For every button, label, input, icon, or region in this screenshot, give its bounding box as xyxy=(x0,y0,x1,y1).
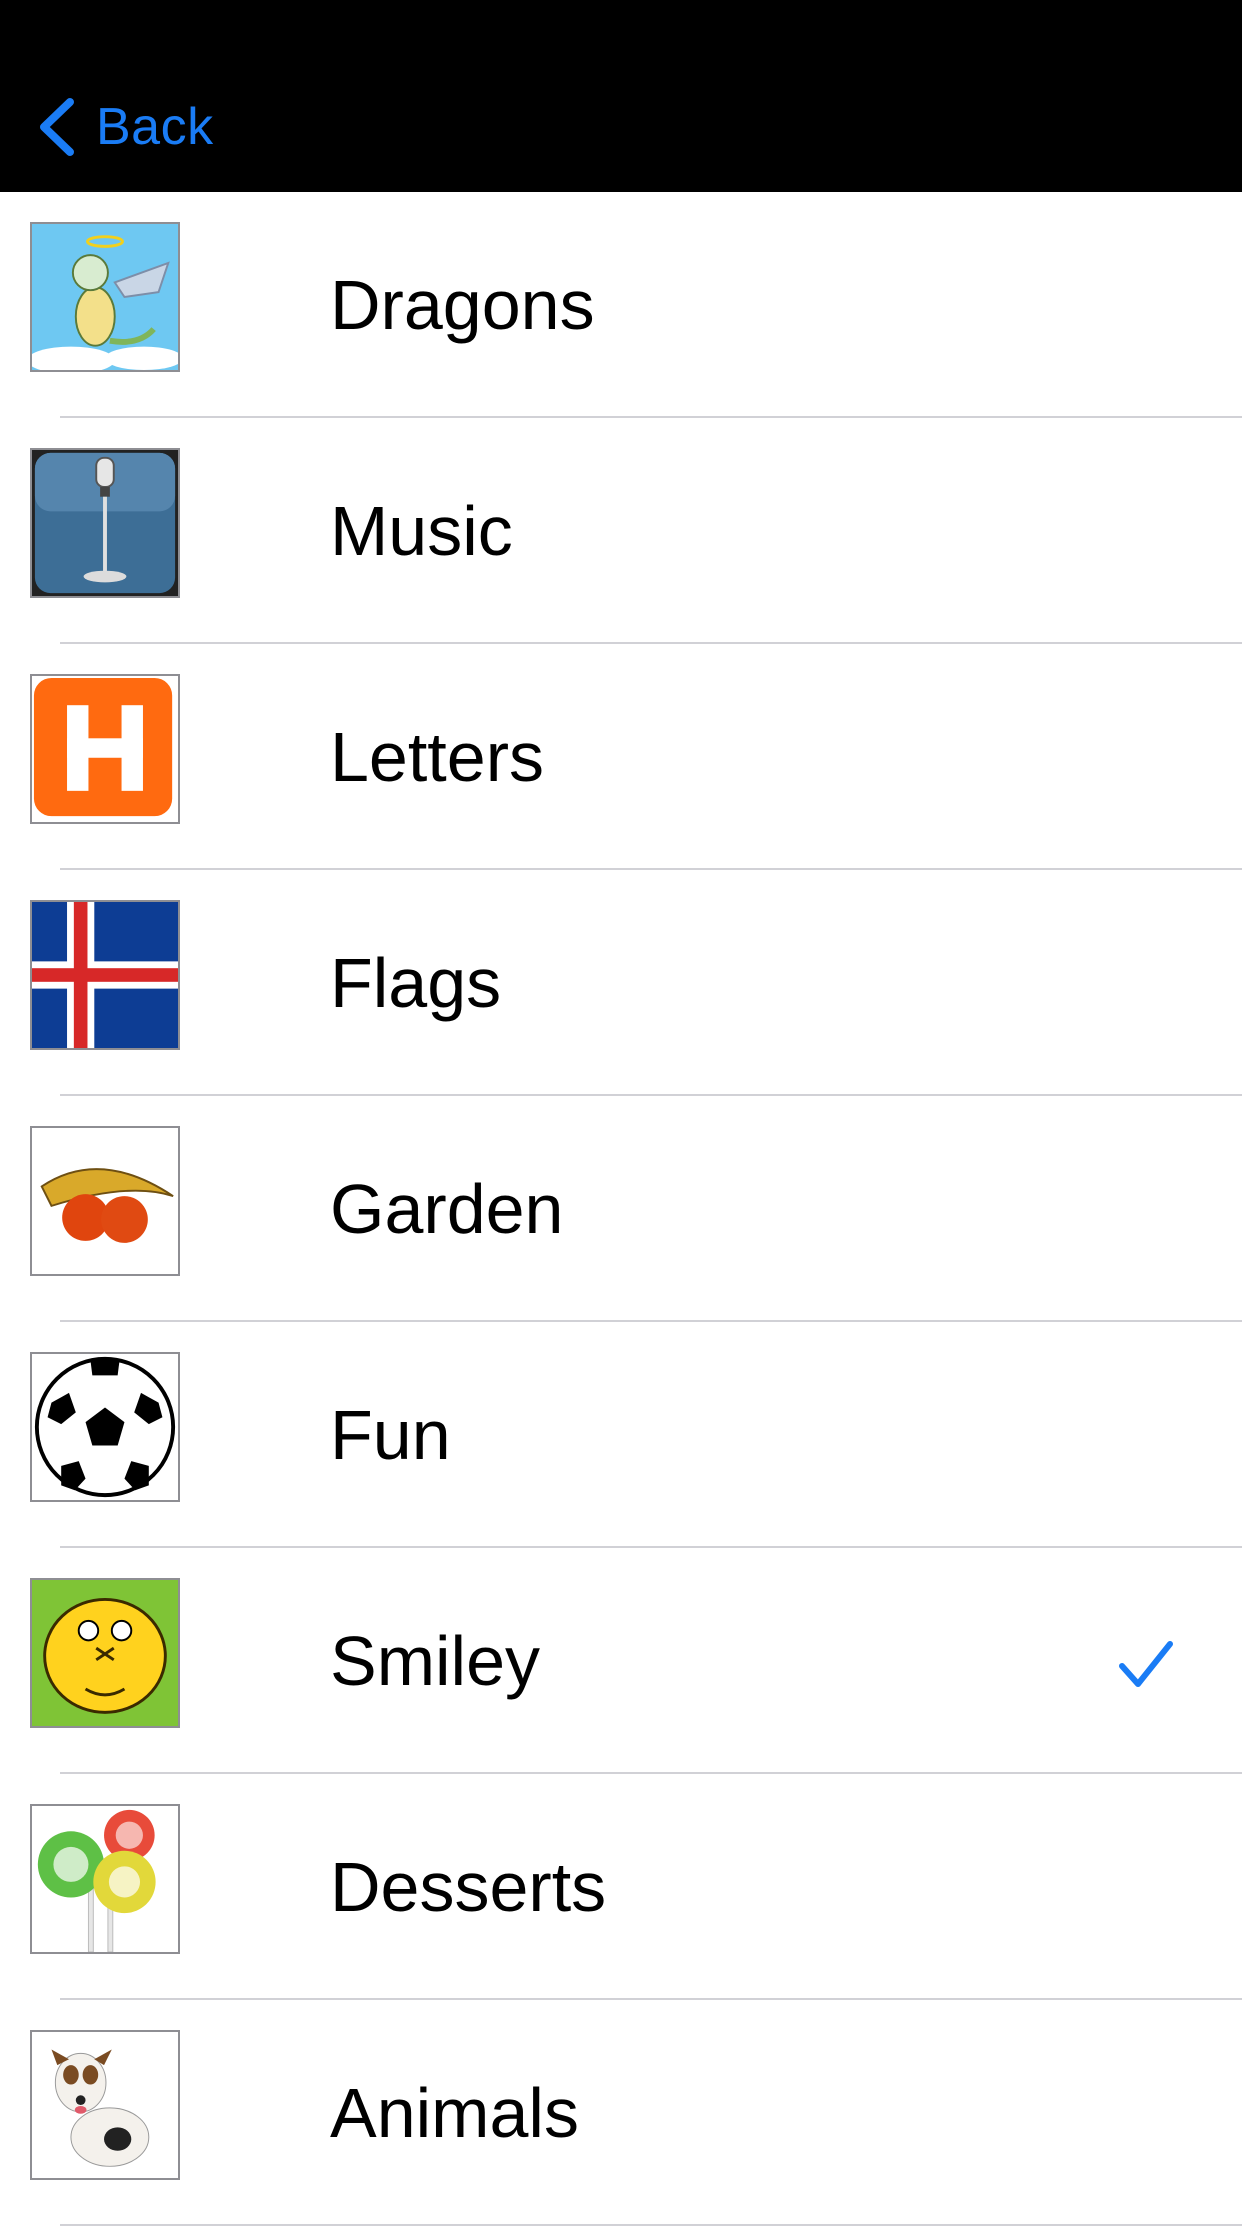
list-item-dragons[interactable]: Dragons xyxy=(0,192,1242,418)
row-label: Dragons xyxy=(330,266,595,344)
navigation-bar: Back xyxy=(0,0,1242,192)
chevron-left-icon xyxy=(40,98,74,156)
fruit-icon xyxy=(30,1126,180,1276)
back-button[interactable]: Back xyxy=(36,94,214,160)
back-label: Back xyxy=(96,98,214,156)
list-item-smiley[interactable]: Smiley xyxy=(0,1548,1242,1774)
list-item-desserts[interactable]: Desserts xyxy=(0,1774,1242,2000)
row-label: Fun xyxy=(330,1396,451,1474)
row-label: Music xyxy=(330,492,513,570)
row-label: Letters xyxy=(330,718,544,796)
flag-icon xyxy=(30,900,180,1050)
row-label: Garden xyxy=(330,1170,564,1248)
lollipop-icon xyxy=(30,1804,180,1954)
smiley-icon xyxy=(30,1578,180,1728)
row-label: Animals xyxy=(330,2074,579,2152)
letter-h-icon xyxy=(30,674,180,824)
list-item-music[interactable]: Music xyxy=(0,418,1242,644)
list-item-garden[interactable]: Garden xyxy=(0,1096,1242,1322)
row-label: Desserts xyxy=(330,1848,607,1926)
list-item-animals[interactable]: Animals xyxy=(0,2000,1242,2226)
row-label: Flags xyxy=(330,944,502,1022)
soccer-ball-icon xyxy=(30,1352,180,1502)
checkmark-icon xyxy=(1119,1641,1173,1687)
microphone-icon xyxy=(30,448,180,598)
category-list: Dragons Music Letters Flags Garden Fun S… xyxy=(0,192,1242,2226)
list-item-fun[interactable]: Fun xyxy=(0,1322,1242,1548)
dog-icon xyxy=(30,2030,180,2180)
row-label: Smiley xyxy=(330,1622,541,1700)
dragon-icon xyxy=(30,222,180,372)
list-item-flags[interactable]: Flags xyxy=(0,870,1242,1096)
list-item-letters[interactable]: Letters xyxy=(0,644,1242,870)
